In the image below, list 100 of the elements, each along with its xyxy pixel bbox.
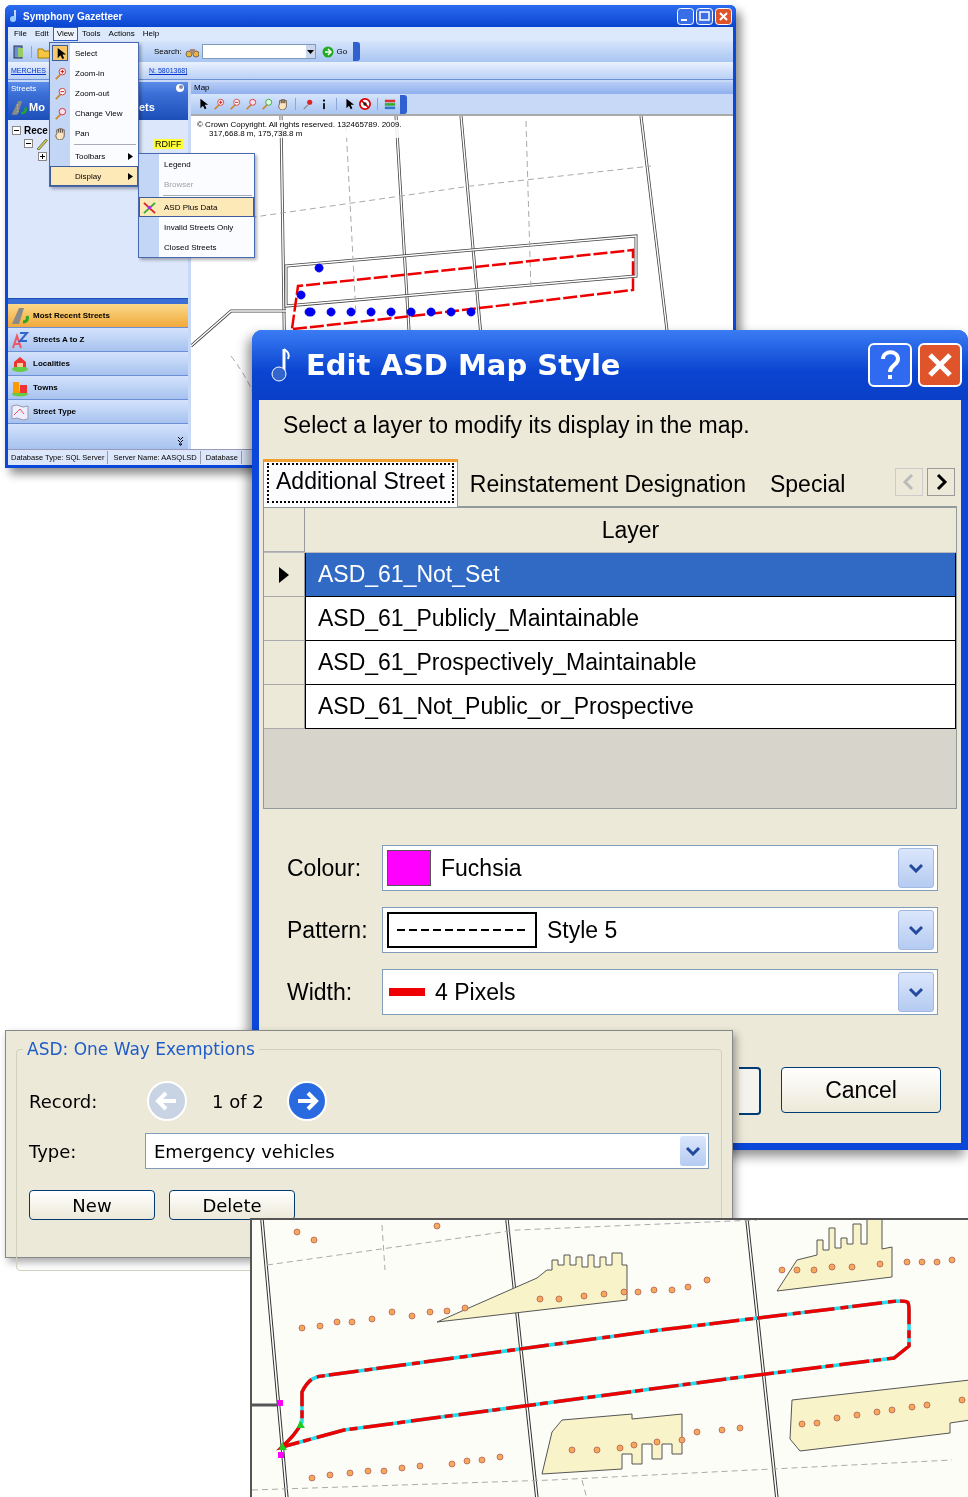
- pin-icon[interactable]: [302, 98, 314, 110]
- next-button[interactable]: [285, 1080, 328, 1122]
- instruction-text: Select a layer to modify its display in the map.: [282, 411, 751, 440]
- menu-item[interactable]: Pan: [50, 123, 138, 143]
- table-cell[interactable]: ASD_61_Not_Set: [305, 553, 956, 597]
- go-arrow-icon: [321, 45, 334, 58]
- close-button[interactable]: [715, 7, 732, 25]
- menu-item[interactable]: Zoom-out: [50, 83, 138, 103]
- help-button[interactable]: [868, 343, 912, 387]
- crossed-lines-icon: [142, 200, 156, 214]
- menu-item[interactable]: Zoom-in: [50, 63, 138, 83]
- chevron-down-icon: [685, 1146, 701, 1156]
- magnifier-icon[interactable]: [245, 98, 257, 110]
- menu-item[interactable]: Invalid Streets Only: [139, 217, 254, 237]
- menu-item[interactable]: File: [10, 27, 31, 41]
- tab[interactable]: Additional Street: [263, 459, 458, 507]
- nav-button[interactable]: Towns: [8, 376, 188, 400]
- menu-item[interactable]: Closed Streets: [139, 237, 254, 257]
- cancel-button[interactable]: Cancel: [781, 1067, 941, 1113]
- minimize-button[interactable]: [677, 7, 694, 25]
- collapse-icon[interactable]: [12, 126, 21, 135]
- dropdown-button[interactable]: [680, 1136, 706, 1166]
- pane-title: Map: [191, 82, 733, 94]
- toolbar-overflow[interactable]: [353, 42, 361, 61]
- dropdown-button[interactable]: [898, 848, 934, 888]
- zoom-in-icon[interactable]: [213, 98, 225, 110]
- nav-button[interactable]: Localities: [8, 352, 188, 376]
- no-entry-icon[interactable]: [359, 98, 371, 110]
- pin-icon[interactable]: [175, 83, 185, 93]
- tree-node[interactable]: RDIFF: [154, 138, 183, 149]
- zoom-in-icon: [53, 66, 67, 80]
- menu-item[interactable]: Actions: [104, 27, 139, 41]
- splitter-handle[interactable]: [8, 298, 188, 304]
- coordinates-text: 317,668.8 m, 175,738.8 m: [208, 129, 304, 138]
- table-cell[interactable]: ASD_61_Not_Public_or_Prospective: [305, 685, 956, 729]
- window-title: Symphony Gazetteer: [23, 10, 123, 22]
- menu-item[interactable]: View: [52, 27, 78, 41]
- nav-button[interactable]: Street Type: [8, 400, 188, 424]
- road-icon: [11, 306, 29, 325]
- table-cell[interactable]: ASD_61_Publicly_Maintainable: [305, 597, 956, 641]
- collapse-icon[interactable]: [24, 139, 33, 148]
- expand-icon[interactable]: [38, 152, 47, 161]
- road-icon: [10, 98, 28, 116]
- menu-item[interactable]: Select: [50, 43, 138, 63]
- dropdown-button[interactable]: [898, 972, 934, 1012]
- nav-button[interactable]: Most Recent Streets: [8, 304, 188, 328]
- nav-button[interactable]: Streets A to Z: [8, 328, 188, 352]
- tab[interactable]: Reinstatement Designation: [457, 465, 758, 506]
- search-label: Search:: [154, 47, 182, 56]
- search-field[interactable]: [201, 44, 316, 59]
- dropdown-field[interactable]: Fuchsia: [382, 845, 938, 891]
- menu-item[interactable]: ASD Plus Data: [139, 197, 254, 217]
- note-icon: [9, 9, 19, 23]
- menu-item[interactable]: Change View: [50, 103, 138, 123]
- tree-node[interactable]: Rece: [24, 125, 48, 136]
- dropdown-field[interactable]: Emergency vehicles: [144, 1133, 709, 1169]
- group-title: ASD: One Way Exemptions: [23, 1039, 259, 1059]
- menu-item[interactable]: Tools: [77, 27, 105, 41]
- table-cell[interactable]: ASD_61_Prospectively_Maintainable: [305, 641, 956, 685]
- menu-item[interactable]: Help: [138, 27, 164, 41]
- field-label: Record:: [29, 1090, 99, 1112]
- record-counter: 1 of 2: [212, 1090, 264, 1112]
- maximize-button[interactable]: [696, 7, 713, 25]
- menu-item[interactable]: Legend: [139, 154, 254, 174]
- new-button[interactable]: New: [29, 1190, 155, 1220]
- arrow-cursor-icon[interactable]: [197, 98, 209, 110]
- delete-button[interactable]: Delete: [169, 1190, 295, 1220]
- line-sample-icon: [389, 988, 425, 996]
- zoom-out-icon[interactable]: [229, 98, 241, 110]
- dropdown-field[interactable]: 4 Pixels: [382, 969, 938, 1015]
- arrow-cursor-icon[interactable]: [343, 98, 355, 110]
- section-title: ets: [138, 101, 155, 113]
- menu-item[interactable]: Display: [50, 166, 138, 186]
- chevron-down-icon: [908, 925, 924, 935]
- chevron-down-icon[interactable]: [177, 436, 184, 446]
- hand-icon[interactable]: [277, 98, 289, 110]
- chevron-down-icon: [908, 987, 924, 997]
- close-button[interactable]: [918, 343, 962, 387]
- tab[interactable]: Special: [757, 465, 858, 506]
- row-pointer-icon: [278, 565, 290, 584]
- map-icon: [11, 402, 29, 421]
- row-header[interactable]: [264, 553, 305, 597]
- door-icon: [12, 44, 26, 59]
- menu-item: Browser: [163, 178, 195, 191]
- dropdown-button[interactable]: [898, 910, 934, 950]
- menu-item[interactable]: Edit: [30, 27, 53, 41]
- scroll-right-button[interactable]: [927, 468, 955, 496]
- zoom-out-icon: [53, 86, 67, 100]
- layers-icon[interactable]: [384, 98, 396, 110]
- field-label: Width:: [287, 978, 354, 1006]
- button[interactable]: [739, 1067, 761, 1115]
- pane-title: Streets: [11, 83, 37, 93]
- hand-icon: [53, 126, 67, 140]
- menu-item[interactable]: Toolbars: [50, 146, 138, 166]
- dashed-line-icon: [397, 927, 527, 933]
- field-label: Type:: [29, 1140, 78, 1162]
- go-button[interactable]: Go: [318, 45, 351, 58]
- dropdown-field[interactable]: Style 5: [382, 907, 938, 953]
- magnifier-icon[interactable]: [261, 98, 273, 110]
- toolbar-overflow[interactable]: [400, 94, 407, 114]
